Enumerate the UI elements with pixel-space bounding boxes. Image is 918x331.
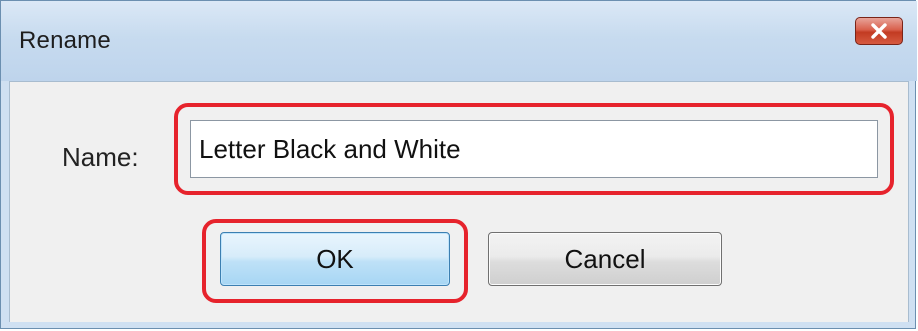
cancel-button[interactable]: Cancel bbox=[488, 232, 722, 286]
dialog-title: Rename bbox=[19, 27, 111, 54]
close-button[interactable] bbox=[855, 17, 903, 45]
name-input[interactable] bbox=[190, 120, 878, 178]
name-field-highlight bbox=[174, 103, 894, 195]
close-x-icon bbox=[870, 23, 888, 39]
ok-button[interactable]: OK bbox=[220, 232, 450, 286]
rename-dialog: Rename Name: OK Cancel bbox=[0, 0, 917, 329]
title-bar[interactable]: Rename bbox=[1, 1, 917, 81]
dialog-body: Name: OK Cancel bbox=[9, 81, 909, 322]
name-label: Name: bbox=[62, 142, 139, 172]
